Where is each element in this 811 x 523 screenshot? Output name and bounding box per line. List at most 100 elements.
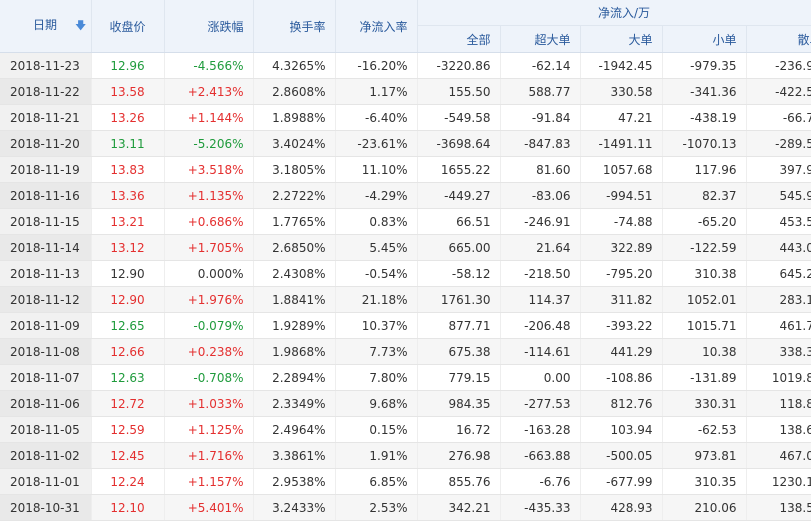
cell-small: 82.37 [662,182,747,209]
cell-turnover: 3.1805% [253,156,336,183]
cell-small: 117.96 [662,156,747,183]
table-row: 2018-11-02 12.45 +1.716% 3.3861% 1.91% 276.98… [0,442,811,469]
cell-extra-large: -663.88 [500,442,581,469]
cell-retail: 467.09 [746,442,811,469]
table-row: 2018-11-13 12.90 0.000% 2.4308% -0.54% -58.12… [0,260,811,287]
cell-date: 2018-11-06 [0,390,92,417]
cell-turnover: 3.4024% [253,130,336,157]
cell-date: 2018-11-23 [0,52,92,79]
column-header-turnover[interactable]: 换手率 [253,0,336,53]
column-header-change[interactable]: 涨跌幅 [164,0,254,53]
table-row: 2018-11-09 12.65 -0.079% 1.9289% 10.37% 877.7… [0,312,811,339]
column-header-extra-large[interactable]: 超大单 [500,25,581,53]
cell-large: 47.21 [580,104,663,131]
cell-extra-large: -277.53 [500,390,581,417]
cell-price: 13.58 [91,78,165,105]
table-row: 2018-10-31 12.10 +5.401% 3.2433% 2.53% 342.21… [0,494,811,521]
cell-large: 428.93 [580,494,663,521]
cell-retail: -422.50 [746,78,811,105]
cell-total: 855.76 [417,468,501,495]
table-row: 2018-11-19 13.83 +3.518% 3.1805% 11.10% 1655.… [0,156,811,183]
cell-price: 12.90 [91,286,165,313]
cell-retail: -66.76 [746,104,811,131]
cell-change: -0.079% [164,312,254,339]
table-header: 日期 🡇 收盘价 涨跌幅 换手率 净流入率 净流入/万 全部 超大单 大单 小单 … [0,0,811,53]
cell-extra-large: -435.33 [500,494,581,521]
cell-change: +1.125% [164,416,254,443]
cell-price: 12.90 [91,260,165,287]
cell-change: +1.135% [164,182,254,209]
column-header-total[interactable]: 全部 [417,25,501,53]
cell-date: 2018-11-05 [0,416,92,443]
cell-turnover: 2.8608% [253,78,336,105]
table-row: 2018-11-15 13.21 +0.686% 1.7765% 0.83% 66.51-… [0,208,811,235]
cell-extra-large: -847.83 [500,130,581,157]
cell-small: -62.53 [662,416,747,443]
cell-small: 973.81 [662,442,747,469]
column-header-net-rate[interactable]: 净流入率 [335,0,418,53]
cell-date: 2018-11-14 [0,234,92,261]
column-header-large[interactable]: 大单 [580,25,663,53]
cell-retail: 453.51 [746,208,811,235]
cell-small: 310.38 [662,260,747,287]
cell-extra-large: -83.06 [500,182,581,209]
cell-small: 1015.71 [662,312,747,339]
column-header-retail[interactable]: 散单 [746,25,811,53]
cell-total: 155.50 [417,78,501,105]
cell-net-rate: -23.61% [335,130,418,157]
cell-change: +1.976% [164,286,254,313]
cell-price: 12.96 [91,52,165,79]
cell-price: 12.66 [91,338,165,365]
cell-price: 13.36 [91,182,165,209]
cell-retail: 545.93 [746,182,811,209]
table-body: 2018-11-23 12.96 -4.566% 4.3265% -16.20% -322… [0,52,811,521]
cell-total: 779.15 [417,364,501,391]
cell-net-rate: 6.85% [335,468,418,495]
cell-net-rate: 7.80% [335,364,418,391]
cell-small: 330.31 [662,390,747,417]
cell-turnover: 2.9538% [253,468,336,495]
cell-extra-large: -6.76 [500,468,581,495]
cell-retail: 138.60 [746,416,811,443]
cell-total: 66.51 [417,208,501,235]
cell-small: -1070.13 [662,130,747,157]
cell-extra-large: 588.77 [500,78,581,105]
cell-total: 1761.30 [417,286,501,313]
table-row: 2018-11-20 13.11 -5.206% 3.4024% -23.61% -369… [0,130,811,157]
column-header-price[interactable]: 收盘价 [91,0,165,53]
cell-total: 342.21 [417,494,501,521]
cell-net-rate: 5.45% [335,234,418,261]
cell-price: 12.65 [91,312,165,339]
column-header-date[interactable]: 日期 🡇 [0,0,92,53]
column-header-small[interactable]: 小单 [662,25,747,53]
cell-date: 2018-11-22 [0,78,92,105]
cell-price: 12.59 [91,416,165,443]
cell-retail: 283.11 [746,286,811,313]
cell-net-rate: 1.17% [335,78,418,105]
cell-turnover: 1.9289% [253,312,336,339]
cell-date: 2018-11-20 [0,130,92,157]
cell-retail: 1019.89 [746,364,811,391]
cell-price: 13.21 [91,208,165,235]
cell-turnover: 2.3349% [253,390,336,417]
cell-extra-large: -218.50 [500,260,581,287]
cell-turnover: 2.6850% [253,234,336,261]
arrow-down-icon[interactable]: 🡇 [75,17,86,36]
cell-change: +3.518% [164,156,254,183]
cell-large: -795.20 [580,260,663,287]
table-row: 2018-11-01 12.24 +1.157% 2.9538% 6.85% 855.76… [0,468,811,495]
cell-turnover: 2.4308% [253,260,336,287]
cell-large: 103.94 [580,416,663,443]
cell-total: 276.98 [417,442,501,469]
cell-net-rate: 7.73% [335,338,418,365]
cell-change: +1.033% [164,390,254,417]
cell-extra-large: -163.28 [500,416,581,443]
cell-small: 1052.01 [662,286,747,313]
cell-net-rate: 21.18% [335,286,418,313]
cell-total: 675.38 [417,338,501,365]
cell-small: -438.19 [662,104,747,131]
table-row: 2018-11-07 12.63 -0.708% 2.2894% 7.80% 779.15… [0,364,811,391]
cell-retail: 138.56 [746,494,811,521]
cell-turnover: 1.8841% [253,286,336,313]
cell-change: -5.206% [164,130,254,157]
